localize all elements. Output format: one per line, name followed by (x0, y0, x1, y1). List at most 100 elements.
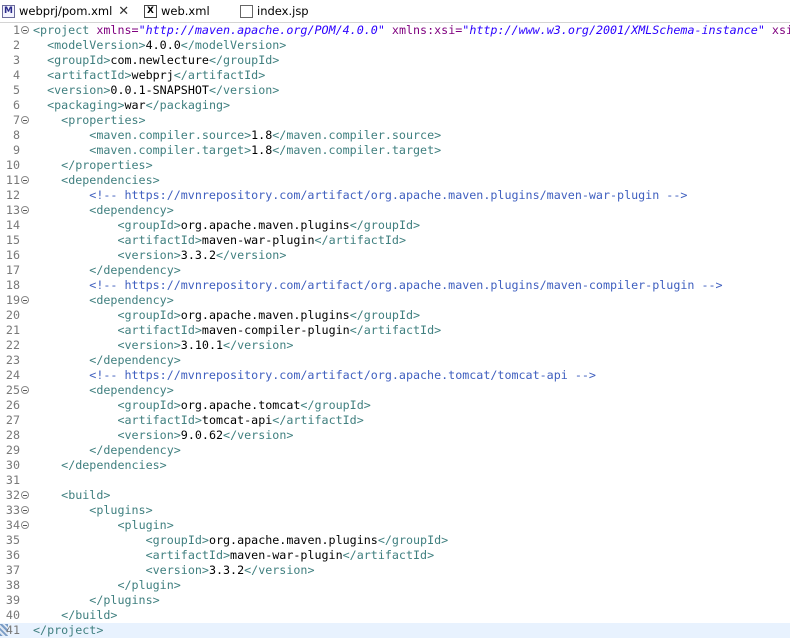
code-text: <plugins> (33, 503, 152, 518)
fold-collapse-icon[interactable] (21, 26, 29, 34)
text-content (33, 578, 117, 592)
text-content: com.newlecture (110, 53, 209, 67)
code-line[interactable]: 28 <version>9.0.62</version> (0, 428, 790, 443)
code-line[interactable]: 2 <modelVersion>4.0.0</modelVersion> (0, 38, 790, 53)
fold-collapse-icon[interactable] (21, 116, 29, 124)
xml-tag: <groupId> (117, 308, 181, 322)
xml-tag: </artifactId> (349, 323, 442, 337)
code-line[interactable]: 12 <!-- https://mvnrepository.com/artifa… (0, 188, 790, 203)
code-text: <groupId>org.apache.tomcat</groupId> (33, 398, 371, 413)
text-content (33, 503, 89, 517)
code-text: <project xmlns="http://maven.apache.org/… (33, 23, 790, 38)
code-text: <groupId>org.apache.maven.plugins</group… (33, 218, 420, 233)
code-line[interactable]: 25 <dependency> (0, 383, 790, 398)
code-line[interactable]: 27 <artifactId>tomcat-api</artifactId> (0, 413, 790, 428)
text-content (33, 53, 47, 67)
code-line[interactable]: 15 <artifactId>maven-war-plugin</artifac… (0, 233, 790, 248)
code-text: <dependencies> (33, 173, 160, 188)
code-line[interactable]: 22 <version>3.10.1</version> (0, 338, 790, 353)
xml-tag: <version> (117, 338, 181, 352)
xml-tag: </maven.compiler.source> (272, 128, 442, 142)
code-line[interactable]: 23 </dependency> (0, 353, 790, 368)
xml-tag: </version> (208, 83, 280, 97)
code-line[interactable]: 16 <version>3.3.2</version> (0, 248, 790, 263)
code-line[interactable]: 37 <version>3.3.2</version> (0, 563, 790, 578)
xml-tag: </version> (215, 248, 287, 262)
code-line[interactable]: 20 <groupId>org.apache.maven.plugins</gr… (0, 308, 790, 323)
text-content: 4.0.0 (145, 38, 181, 52)
code-line[interactable]: 5 <version>0.0.1-SNAPSHOT</version> (0, 83, 790, 98)
line-number: 36 (5, 548, 20, 562)
code-line[interactable]: 7 <properties> (0, 113, 790, 128)
xml-tag: </maven.compiler.target> (272, 143, 442, 157)
line-number: 21 (5, 323, 20, 337)
code-line[interactable]: 8 <maven.compiler.source>1.8</maven.comp… (0, 128, 790, 143)
code-editor[interactable]: 1 <project xmlns="http://maven.apache.org… (0, 23, 790, 638)
code-line[interactable]: 9 <maven.compiler.target>1.8</maven.comp… (0, 143, 790, 158)
code-line[interactable]: 21 <artifactId>maven-compiler-plugin</ar… (0, 323, 790, 338)
text-content (33, 383, 89, 397)
code-text: <version>3.10.1</version> (33, 338, 293, 353)
xml-tag: </properties> (61, 158, 153, 172)
xml-tag: <groupId> (47, 53, 111, 67)
code-line[interactable]: 34 <plugin> (0, 518, 790, 533)
text-content: 1.8 (251, 128, 273, 142)
code-line[interactable]: 24 <!-- https://mvnrepository.com/artifa… (0, 368, 790, 383)
code-line[interactable]: 13 <dependency> (0, 203, 790, 218)
fold-collapse-icon[interactable] (21, 521, 29, 529)
code-line[interactable]: 17 </dependency> (0, 263, 790, 278)
xml-tag: <artifactId> (117, 323, 202, 337)
code-line[interactable]: 36 <artifactId>maven-war-plugin</artifac… (0, 548, 790, 563)
line-number: 40 (5, 608, 20, 622)
code-line[interactable]: 31 (0, 473, 790, 488)
tab-web-xml[interactable]: X web.xml (144, 0, 224, 22)
code-line[interactable]: 26 <groupId>org.apache.tomcat</groupId> (0, 398, 790, 413)
xml-tag: </dependencies> (61, 458, 167, 472)
xml-tag: <groupId> (117, 398, 181, 412)
text-content (33, 188, 89, 202)
close-icon[interactable]: ✕ (118, 4, 129, 19)
code-line[interactable]: 14 <groupId>org.apache.maven.plugins</gr… (0, 218, 790, 233)
xml-tag: </version> (223, 338, 294, 352)
fold-collapse-icon[interactable] (21, 386, 29, 394)
xml-tag: </groupId> (300, 398, 371, 412)
code-line[interactable]: 10 </properties> (0, 158, 790, 173)
code-line[interactable]: 33 <plugins> (0, 503, 790, 518)
tab-index-jsp[interactable]: index.jsp (240, 0, 320, 22)
code-line[interactable]: 32 <build> (0, 488, 790, 503)
text-content (33, 278, 89, 292)
code-line[interactable]: 35 <groupId>org.apache.maven.plugins</gr… (0, 533, 790, 548)
code-line[interactable]: 29 </dependency> (0, 443, 790, 458)
code-line[interactable]: 30 </dependencies> (0, 458, 790, 473)
fold-collapse-icon[interactable] (21, 491, 29, 499)
code-line[interactable]: 11 <dependencies> (0, 173, 790, 188)
fold-collapse-icon[interactable] (21, 296, 29, 304)
code-line[interactable]: 19 <dependency> (0, 293, 790, 308)
tab-pom-xml[interactable]: M webprj/pom.xml ✕ (2, 0, 132, 22)
code-line[interactable]: 41 </project> (0, 623, 790, 638)
line-number: 8 (12, 128, 20, 142)
code-line[interactable]: 38 </plugin> (0, 578, 790, 593)
xml-tag: <artifactId> (117, 413, 202, 427)
code-line[interactable]: 18 <!-- https://mvnrepository.com/artifa… (0, 278, 790, 293)
line-number: 32 (5, 488, 20, 502)
code-text: <!-- https://mvnrepository.com/artifact/… (33, 278, 722, 293)
text-content (33, 608, 61, 622)
xml-tag: </groupId> (208, 53, 280, 67)
line-number: 23 (5, 353, 20, 367)
code-line[interactable]: 40 </build> (0, 608, 790, 623)
code-line[interactable]: 6 <packaging>war</packaging> (0, 98, 790, 113)
jsp-file-icon (240, 4, 253, 18)
line-number: 10 (5, 158, 20, 172)
code-line[interactable]: 3 <groupId>com.newlecture</groupId> (0, 53, 790, 68)
code-line[interactable]: 1 <project xmlns="http://maven.apache.org… (0, 23, 790, 38)
xml-attribute: xmlns= (96, 23, 139, 37)
code-text: <plugin> (33, 518, 173, 533)
fold-collapse-icon[interactable] (21, 506, 29, 514)
fold-collapse-icon[interactable] (21, 206, 29, 214)
line-number: 9 (12, 143, 20, 157)
code-line[interactable]: 39 </plugins> (0, 593, 790, 608)
code-text: <maven.compiler.target>1.8</maven.compil… (33, 143, 441, 158)
fold-collapse-icon[interactable] (21, 176, 29, 184)
code-line[interactable]: 4 <artifactId>webprj</artifactId> (0, 68, 790, 83)
